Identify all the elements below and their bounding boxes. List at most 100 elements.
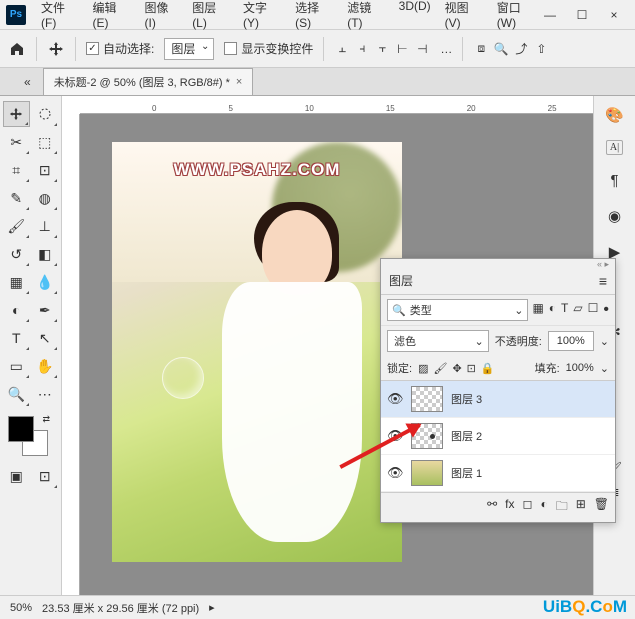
show-transform-checkbox[interactable]: 显示变换控件 (224, 40, 313, 57)
layer-thumbnail[interactable] (411, 460, 443, 486)
history-brush-tool[interactable]: ↺ (3, 241, 30, 267)
zoom-tool[interactable]: 🔍 (3, 381, 30, 407)
align-top-icon[interactable]: ⫠ (334, 41, 350, 57)
adjustment-layer-icon[interactable]: ◐ (540, 497, 547, 518)
close-button[interactable]: × (607, 8, 621, 22)
more-options[interactable]: … (440, 42, 452, 56)
layer-name[interactable]: 图层 2 (451, 428, 482, 444)
layer-thumbnail[interactable] (411, 386, 443, 412)
ruler-vertical[interactable] (62, 114, 80, 595)
group-layers-icon[interactable]: 🗀 (556, 497, 568, 518)
layer-mask-icon[interactable]: ◻ (522, 497, 532, 518)
panel-collapse-icon[interactable]: « ▸ (381, 259, 615, 267)
type-tool[interactable]: T (3, 325, 30, 351)
foreground-color[interactable] (8, 416, 34, 442)
character-panel-icon[interactable]: A| (606, 140, 623, 155)
quickmask-tool[interactable]: ▣ (3, 463, 30, 489)
swap-colors-icon[interactable]: ⇄ (42, 414, 50, 425)
document-tab[interactable]: 未标题-2 @ 50% (图层 3, RGB/8#) * × (43, 68, 254, 95)
layer-item[interactable]: 👁 图层 1 (381, 455, 615, 492)
layer-name[interactable]: 图层 1 (451, 465, 482, 481)
menu-type[interactable]: 文字(Y) (238, 0, 286, 34)
lock-brush-icon[interactable]: 🖌 (433, 362, 447, 375)
path-select-tool[interactable]: ↖ (32, 325, 59, 351)
filter-adjust-icon[interactable]: ◐ (549, 301, 556, 319)
auto-select-checkbox[interactable]: 自动选择: (86, 40, 154, 57)
dodge-tool[interactable]: ◐ (3, 297, 30, 323)
align-hcenter-icon[interactable]: ⊣ (414, 41, 430, 57)
more-tools[interactable]: ⋯ (32, 381, 59, 407)
menu-window[interactable]: 窗口(W) (492, 0, 543, 34)
layer-item[interactable]: 👁 图层 3 (381, 381, 615, 418)
delete-layer-icon[interactable]: 🗑 (594, 497, 609, 518)
panel-menu-icon[interactable]: ≡ (599, 273, 607, 289)
healing-tool[interactable]: ◍ (32, 185, 59, 211)
filter-pixel-icon[interactable]: ▦ (532, 301, 543, 319)
filter-smart-icon[interactable]: ☐ (588, 301, 599, 319)
minimize-button[interactable]: — (543, 8, 557, 22)
document-canvas[interactable]: WWW.PSAHZ.COM (112, 142, 402, 562)
share-icon[interactable]: ⤴ (513, 41, 529, 57)
filter-toggle-icon[interactable]: • (603, 301, 609, 319)
visibility-icon[interactable]: 👁 (387, 465, 403, 481)
filter-shape-icon[interactable]: ▱ (573, 301, 582, 319)
fill-input[interactable]: 100% (566, 362, 594, 374)
menu-select[interactable]: 选择(S) (290, 0, 338, 34)
menu-3d[interactable]: 3D(D) (394, 0, 436, 34)
marquee-tool[interactable] (32, 101, 58, 127)
status-chevron-icon[interactable]: ▸ (209, 601, 215, 614)
fill-chevron-icon[interactable]: ⌄ (600, 362, 609, 375)
magic-wand-tool[interactable]: ⬚ (32, 129, 59, 155)
ruler-horizontal[interactable]: 0510152025 (80, 96, 593, 114)
shape-tool[interactable]: ▭ (3, 353, 30, 379)
hand-tool[interactable]: ✋ (32, 353, 59, 379)
align-bottom-icon[interactable]: ⫟ (374, 41, 390, 57)
gradient-panel-icon[interactable]: ◉ (604, 205, 626, 227)
visibility-icon[interactable]: 👁 (387, 391, 403, 407)
align-vcenter-icon[interactable]: ⫞ (354, 41, 370, 57)
menu-image[interactable]: 图像(I) (140, 0, 184, 34)
move-tool-icon[interactable] (47, 40, 65, 58)
lock-all-icon[interactable]: 🔒 (481, 362, 495, 375)
color-panel-icon[interactable]: 🎨 (604, 104, 626, 126)
gradient-tool[interactable]: ▦ (3, 269, 30, 295)
align-left-icon[interactable]: ⊢ (394, 41, 410, 57)
brush-tool[interactable]: 🖌 (3, 213, 30, 239)
menu-file[interactable]: 文件(F) (36, 0, 83, 34)
layer-name[interactable]: 图层 3 (451, 391, 482, 407)
eyedropper-tool[interactable]: ✎ (3, 185, 30, 211)
frame-tool[interactable]: ⊡ (32, 157, 59, 183)
lock-transparency-icon[interactable]: ▨ (418, 362, 428, 375)
move-tool[interactable] (3, 101, 30, 127)
paragraph-panel-icon[interactable]: ¶ (604, 169, 626, 191)
search-icon[interactable]: 🔍 (493, 41, 509, 57)
maximize-button[interactable]: ☐ (575, 8, 589, 22)
3d-mode-icon[interactable]: ⧈ (473, 41, 489, 57)
layer-type-filter[interactable]: 🔍 类型 ⌄ (387, 299, 528, 321)
crop-tool[interactable]: ⌗ (3, 157, 30, 183)
clone-stamp-tool[interactable]: ⊥ (32, 213, 59, 239)
opacity-input[interactable]: 100% (548, 331, 594, 351)
lasso-tool[interactable]: ✂ (3, 129, 30, 155)
color-swatches[interactable]: ⇄ (8, 416, 48, 456)
blend-mode-dropdown[interactable]: 滤色 (387, 330, 489, 352)
export-icon[interactable]: ⇧ (533, 41, 549, 57)
home-icon[interactable] (8, 40, 26, 58)
menu-view[interactable]: 视图(V) (440, 0, 488, 34)
lock-artboard-icon[interactable]: ⊡ (467, 362, 476, 375)
zoom-level[interactable]: 50% (10, 602, 32, 614)
menu-edit[interactable]: 编辑(E) (87, 0, 135, 34)
pen-tool[interactable]: ✒ (32, 297, 59, 323)
screenmode-tool[interactable]: ⊡ (32, 463, 59, 489)
menu-layer[interactable]: 图层(L) (187, 0, 234, 34)
filter-type-icon[interactable]: T (561, 301, 568, 319)
link-layers-icon[interactable]: ⚯ (487, 497, 497, 518)
opacity-chevron-icon[interactable]: ⌄ (600, 335, 609, 348)
lock-position-icon[interactable]: ✥ (452, 362, 461, 375)
collapse-icon[interactable]: « (24, 75, 31, 89)
new-layer-icon[interactable]: ⊞ (576, 497, 586, 518)
blur-tool[interactable]: 💧 (32, 269, 59, 295)
auto-select-dropdown[interactable]: 图层 (164, 38, 214, 60)
doc-dimensions[interactable]: 23.53 厘米 x 29.56 厘米 (72 ppi) (42, 600, 199, 616)
eraser-tool[interactable]: ◧ (32, 241, 59, 267)
